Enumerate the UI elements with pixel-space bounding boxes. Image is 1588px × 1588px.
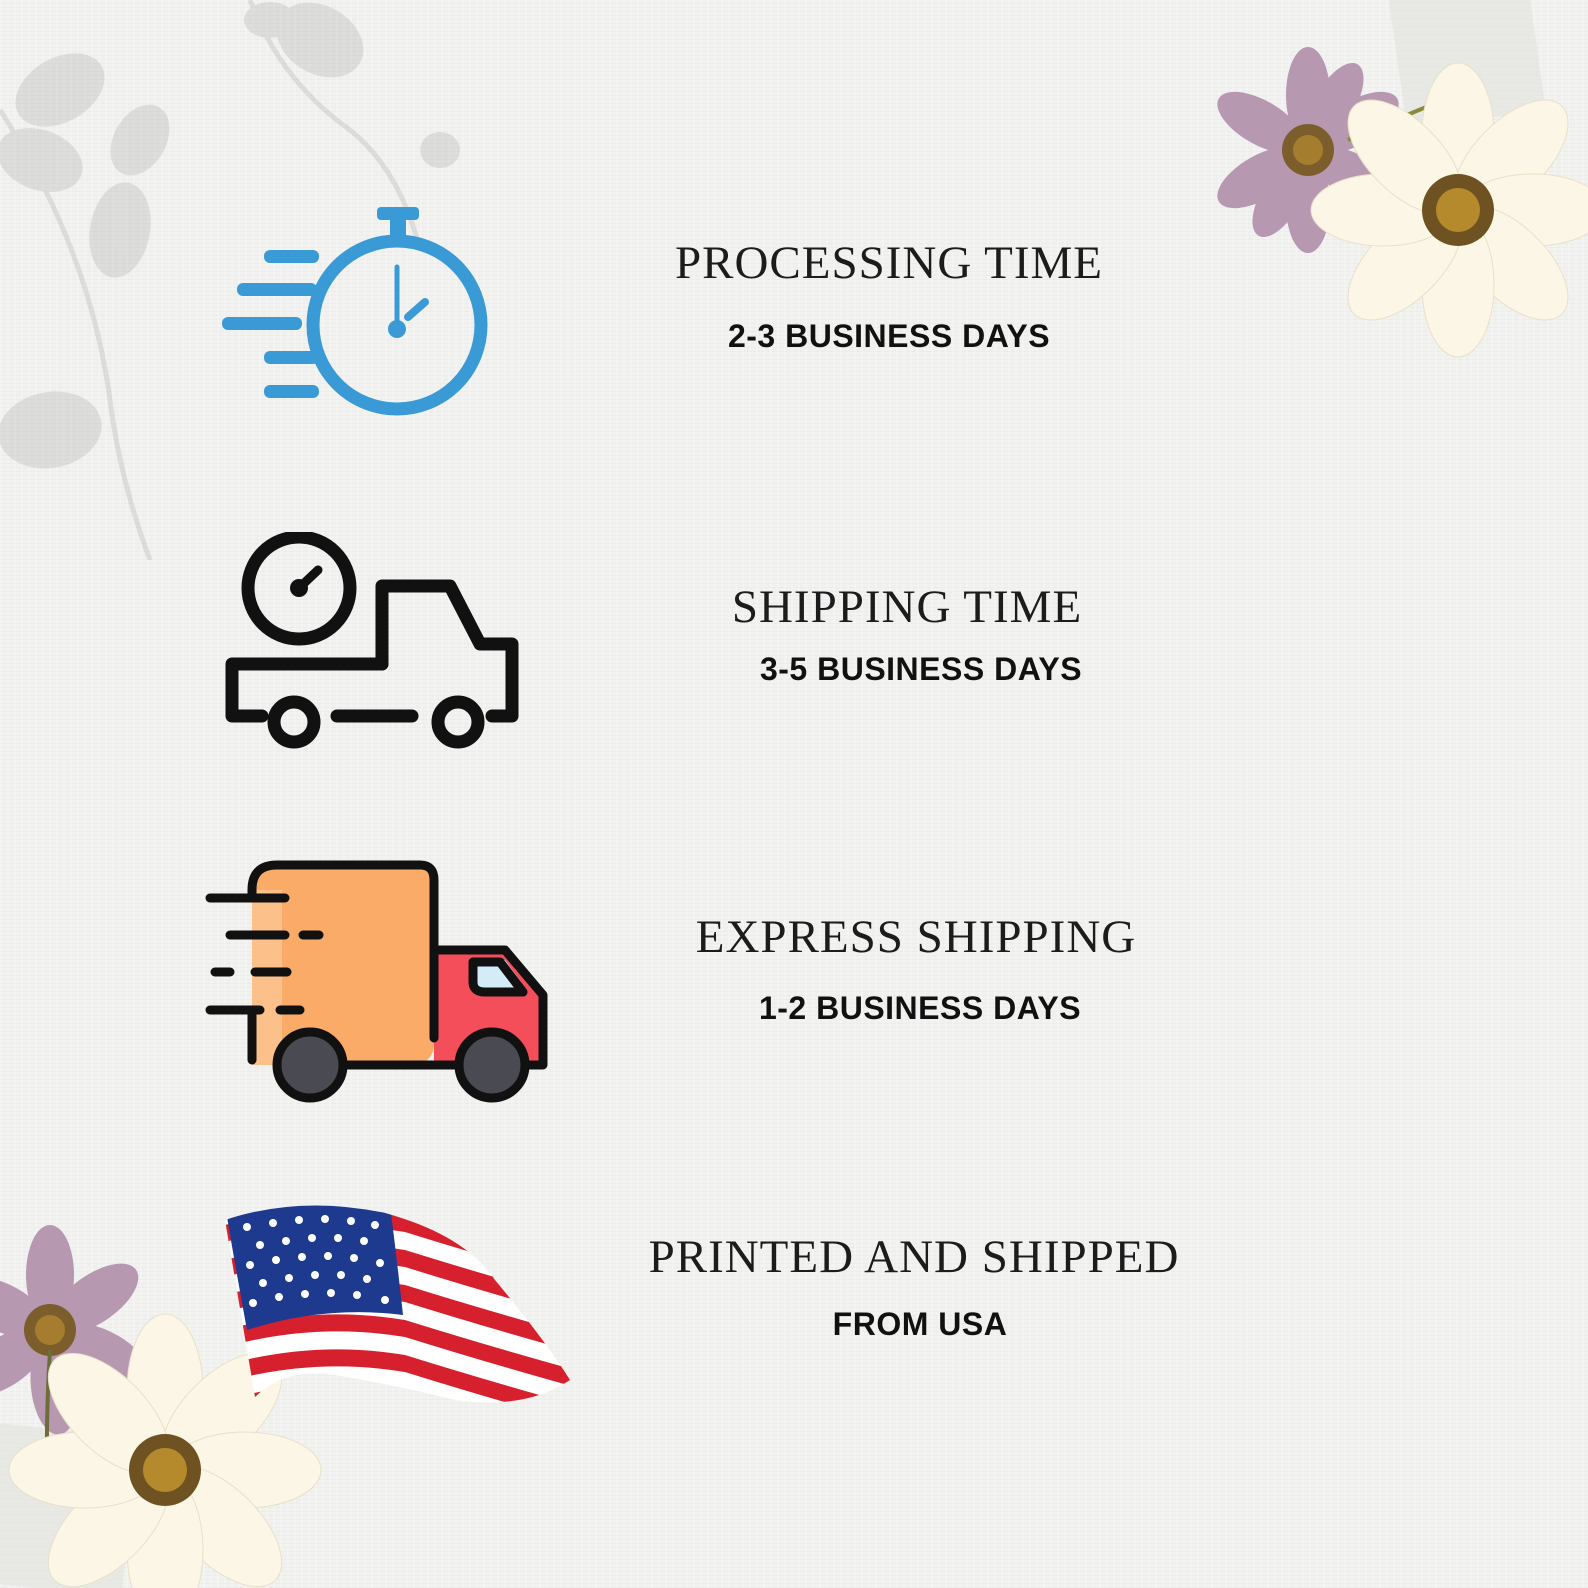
delivery-truck-outline-icon <box>222 532 532 757</box>
processing-time-subtitle: 2-3 BUSINESS DAYS <box>727 318 1051 354</box>
fast-delivery-truck-icon <box>205 860 555 1110</box>
stopwatch-icon <box>222 205 492 425</box>
usa-flag-icon <box>225 1205 575 1430</box>
shipping-time-title: SHIPPING TIME <box>731 581 1083 633</box>
printed-shipped-subtitle: FROM USA <box>832 1306 1008 1342</box>
express-shipping-subtitle: 1-2 BUSINESS DAYS <box>758 990 1082 1026</box>
printed-shipped-title: PRINTED AND SHIPPED <box>648 1231 1180 1283</box>
express-shipping-title: EXPRESS SHIPPING <box>695 911 1137 963</box>
processing-time-title: PROCESSING TIME <box>674 237 1104 289</box>
shipping-time-subtitle: 3-5 BUSINESS DAYS <box>759 651 1083 687</box>
flower-decoration-top-right <box>1217 0 1588 358</box>
